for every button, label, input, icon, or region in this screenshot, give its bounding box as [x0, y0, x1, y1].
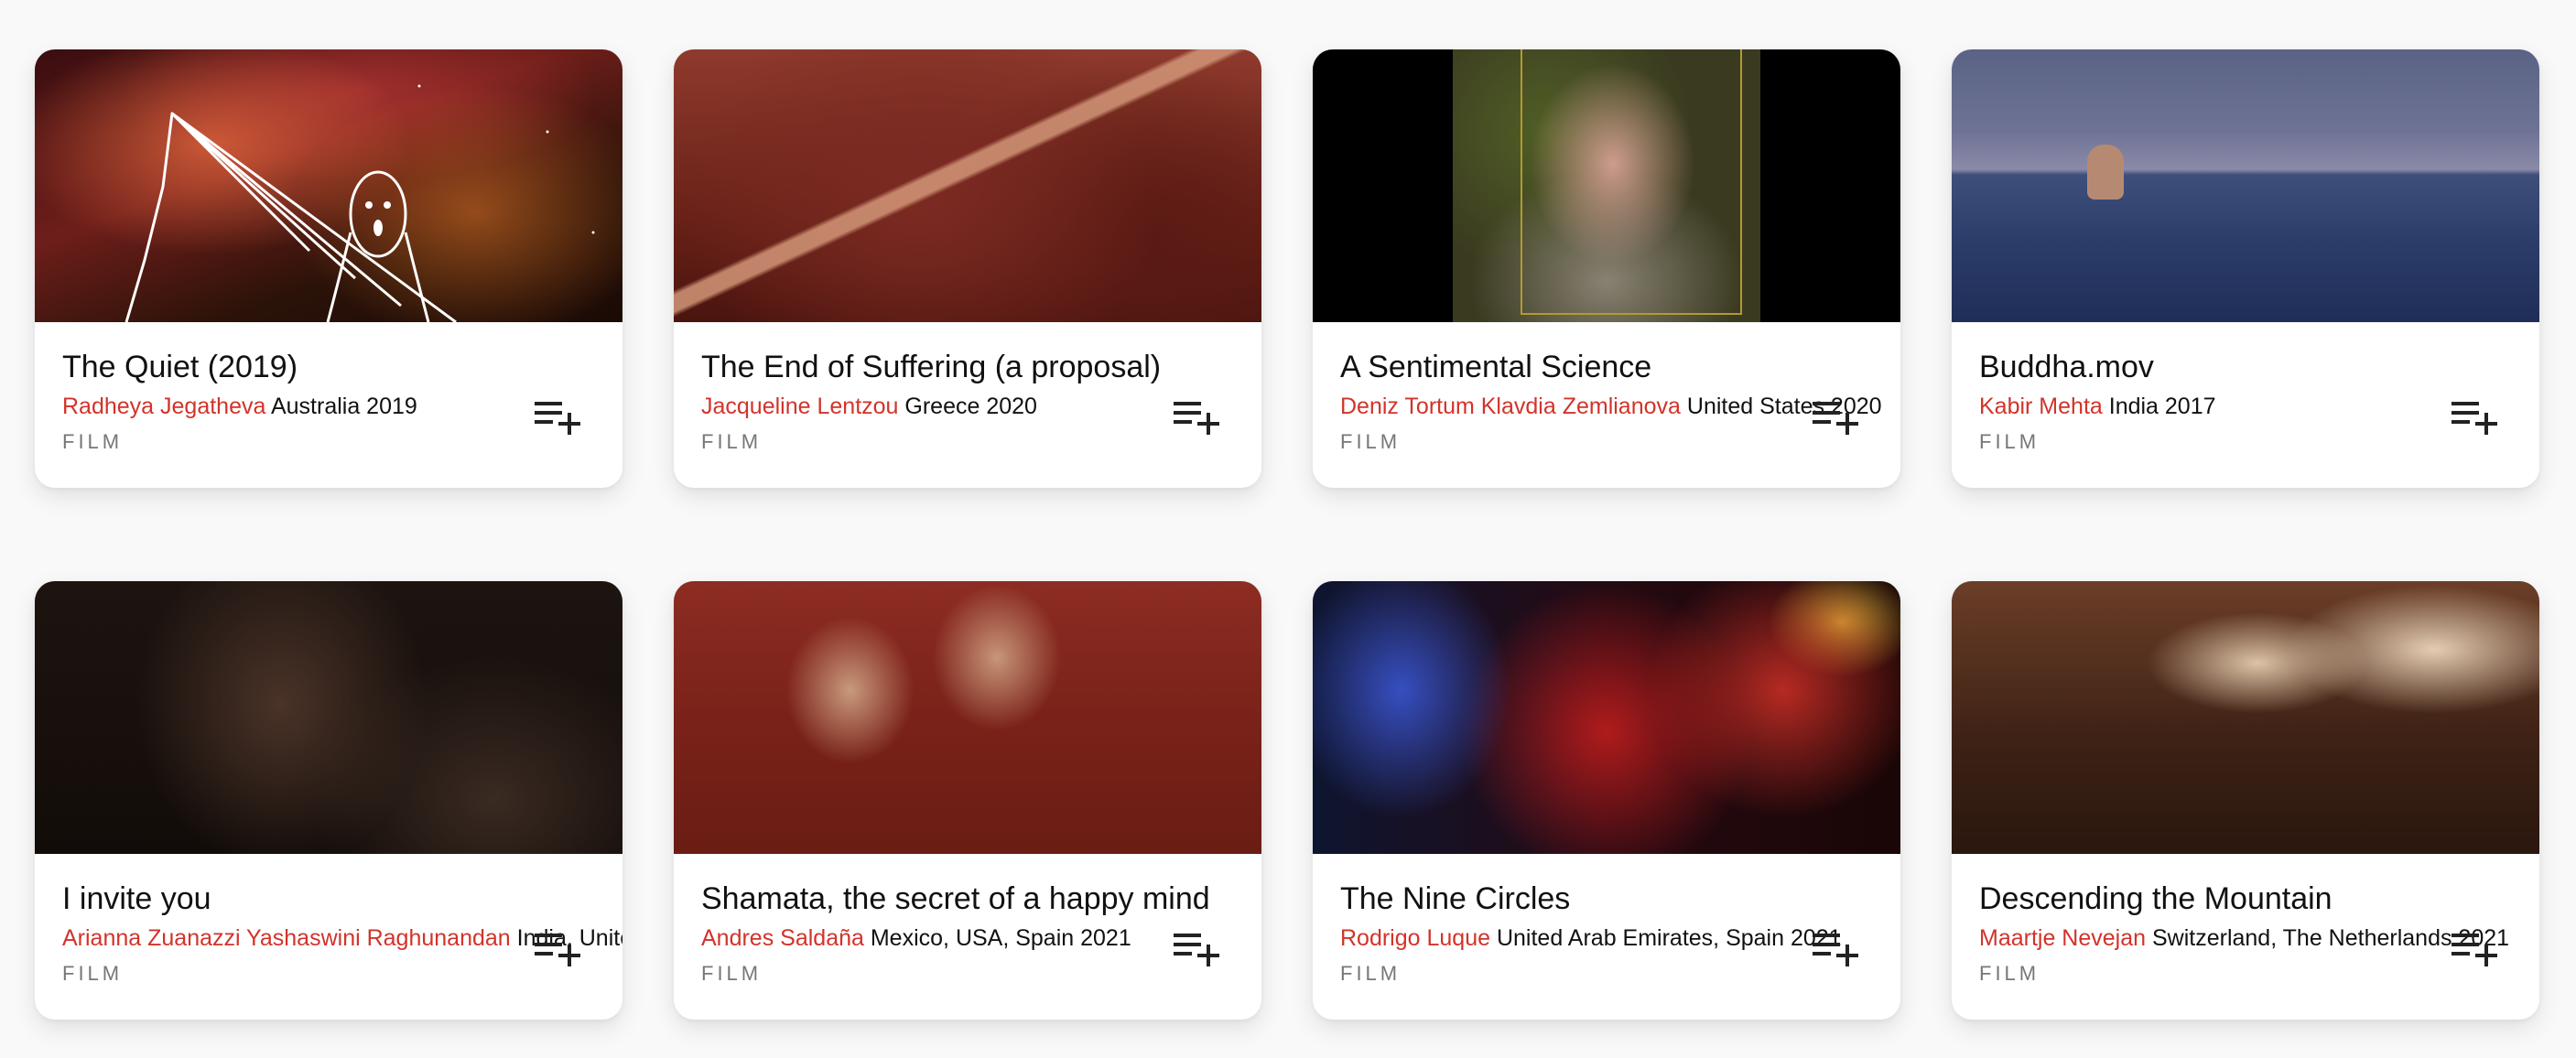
film-card[interactable]: Descending the Mountain Maartje Nevejan … — [1952, 581, 2539, 1020]
thumbnail-frame — [1521, 49, 1742, 315]
playlist-add-icon — [1813, 402, 1858, 435]
film-details: Greece 2020 — [904, 394, 1037, 419]
film-authors[interactable]: Andres Saldaña — [701, 925, 864, 951]
film-meta: Radheya Jegatheva Australia 2019 — [62, 392, 595, 421]
film-meta: Rodrigo Luque United Arab Emirates, Spai… — [1340, 923, 1873, 953]
add-to-playlist-button[interactable] — [1813, 931, 1860, 967]
add-to-playlist-button[interactable] — [1813, 399, 1860, 436]
playlist-add-icon — [2452, 402, 2497, 435]
film-card[interactable]: Buddha.mov Kabir Mehta India 2017 FILM — [1952, 49, 2539, 488]
film-type: FILM — [1979, 430, 2040, 453]
film-card[interactable]: Shamata, the secret of a happy mind Andr… — [674, 581, 1261, 1020]
film-authors[interactable]: Radheya Jegatheva — [62, 394, 265, 419]
film-meta: Andres Saldaña Mexico, USA, Spain 2021 — [701, 923, 1234, 953]
film-card[interactable]: A Sentimental Science Deniz Tortum Klavd… — [1313, 49, 1900, 488]
film-thumbnail[interactable] — [674, 581, 1261, 854]
playlist-add-icon — [1174, 402, 1219, 435]
film-meta: Maartje Nevejan Switzerland, The Netherl… — [1979, 923, 2512, 953]
film-type: FILM — [62, 962, 124, 985]
add-to-playlist-button[interactable] — [535, 399, 582, 436]
film-details: India 2017 — [2108, 394, 2216, 419]
film-title[interactable]: I invite you — [62, 880, 595, 918]
film-details: Australia 2019 — [270, 394, 417, 419]
film-meta: Deniz Tortum Klavdia Zemlianova United S… — [1340, 392, 1882, 421]
film-thumbnail[interactable] — [1952, 581, 2539, 854]
film-type: FILM — [1979, 962, 2040, 985]
film-type: FILM — [701, 430, 763, 453]
film-thumbnail[interactable] — [35, 581, 622, 854]
film-type: FILM — [701, 962, 763, 985]
film-thumbnail[interactable] — [1313, 49, 1900, 322]
thumbnail-figure — [2087, 145, 2124, 200]
playlist-add-icon — [2452, 934, 2497, 966]
playlist-add-icon — [535, 402, 580, 435]
film-card[interactable]: The End of Suffering (a proposal) Jacque… — [674, 49, 1261, 488]
add-to-playlist-button[interactable] — [1174, 931, 1221, 967]
film-type: FILM — [62, 430, 124, 453]
film-details: United Arab Emirates, Spain 2021 — [1496, 925, 1842, 951]
film-thumbnail[interactable] — [1313, 581, 1900, 854]
film-title[interactable]: The Nine Circles — [1340, 880, 1873, 918]
film-type: FILM — [1340, 430, 1402, 453]
film-title[interactable]: Buddha.mov — [1979, 348, 2512, 386]
add-to-playlist-button[interactable] — [2452, 931, 2499, 967]
film-title[interactable]: A Sentimental Science — [1340, 348, 1873, 386]
film-authors[interactable]: Arianna Zuanazzi Yashaswini Raghunandan — [62, 925, 511, 951]
film-title[interactable]: Descending the Mountain — [1979, 880, 2512, 918]
film-authors[interactable]: Rodrigo Luque — [1340, 925, 1490, 951]
film-authors[interactable]: Jacqueline Lentzou — [701, 394, 898, 419]
film-thumbnail[interactable] — [1952, 49, 2539, 322]
film-meta: Jacqueline Lentzou Greece 2020 — [701, 392, 1234, 421]
playlist-add-icon — [1813, 934, 1858, 966]
film-title[interactable]: The End of Suffering (a proposal) — [701, 348, 1234, 386]
film-title[interactable]: Shamata, the secret of a happy mind — [701, 880, 1234, 918]
playlist-add-icon — [1174, 934, 1219, 966]
add-to-playlist-button[interactable] — [1174, 399, 1221, 436]
film-meta: Kabir Mehta India 2017 — [1979, 392, 2512, 421]
film-grid: The Quiet (2019) Radheya Jegatheva Austr… — [35, 49, 2539, 1020]
film-card[interactable]: I invite you Arianna Zuanazzi Yashaswini… — [35, 581, 622, 1020]
add-to-playlist-button[interactable] — [2452, 399, 2499, 436]
film-authors[interactable]: Kabir Mehta — [1979, 394, 2103, 419]
film-thumbnail[interactable] — [674, 49, 1261, 322]
film-meta: Arianna Zuanazzi Yashaswini Raghunandan … — [62, 923, 622, 953]
film-card[interactable]: The Nine Circles Rodrigo Luque United Ar… — [1313, 581, 1900, 1020]
film-card[interactable]: The Quiet (2019) Radheya Jegatheva Austr… — [35, 49, 622, 488]
film-authors[interactable]: Maartje Nevejan — [1979, 925, 2146, 951]
film-authors[interactable]: Deniz Tortum Klavdia Zemlianova — [1340, 394, 1681, 419]
film-thumbnail[interactable] — [35, 49, 622, 322]
film-title[interactable]: The Quiet (2019) — [62, 348, 595, 386]
add-to-playlist-button[interactable] — [535, 931, 582, 967]
film-details: Mexico, USA, Spain 2021 — [870, 925, 1131, 951]
playlist-add-icon — [535, 934, 580, 966]
film-type: FILM — [1340, 962, 1402, 985]
